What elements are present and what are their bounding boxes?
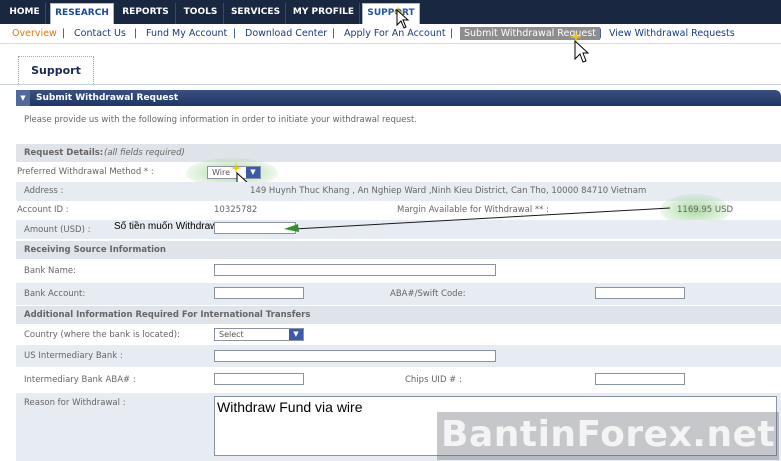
address-value: 149 Huynh Thuc Khang , An Nghiep Ward ,N… xyxy=(250,186,647,196)
aba-swift-input[interactable] xyxy=(595,287,685,299)
margin-value: 1169.95 USD xyxy=(677,205,734,215)
amount-annotation: Số tiền muốn Withdraw xyxy=(114,221,218,232)
arrow-annotation xyxy=(282,205,674,233)
aba-swift-label: ABA#/Swift Code: xyxy=(390,289,466,299)
withdrawal-method-value: Wire xyxy=(212,168,230,177)
chips-uid-label: Chips UID # : xyxy=(405,375,462,385)
chevron-down-icon: ▼ xyxy=(289,329,303,340)
subnav-apply-for-account[interactable]: Apply For An Account xyxy=(344,28,446,39)
receiving-title: Receiving Source Information xyxy=(24,245,166,255)
tab-research[interactable]: RESEARCH xyxy=(50,3,114,24)
subnav-fund-my-account[interactable]: Fund My Account xyxy=(146,28,227,39)
account-id-label: Account ID : xyxy=(17,205,69,215)
tab-services[interactable]: SERVICES xyxy=(226,3,286,24)
section-title: Submit Withdrawal Request xyxy=(36,93,179,103)
receiving-header: Receiving Source Information xyxy=(16,241,781,259)
address-label: Address : xyxy=(24,186,64,196)
bank-name-input[interactable] xyxy=(214,264,496,276)
us-intermediary-label: US Intermediary Bank : xyxy=(24,351,123,361)
reason-label: Reason for Withdrawal : xyxy=(24,398,126,408)
request-details-title: Request Details: xyxy=(24,148,104,158)
country-row: Country (where the bank is located): xyxy=(16,324,781,345)
tab-tools[interactable]: TOOLS xyxy=(178,3,224,24)
bank-name-label: Bank Name: xyxy=(24,266,76,276)
collapse-triangle-icon[interactable]: ▼ xyxy=(16,90,30,106)
subnav-separator: | xyxy=(332,28,336,39)
support-heading: Support xyxy=(18,56,94,84)
subnav-separator: | xyxy=(134,28,138,39)
intro-text: Please provide us with the following inf… xyxy=(24,115,418,125)
country-select[interactable]: Select ▼ xyxy=(214,328,304,341)
watermark: BantinForex.net xyxy=(437,412,779,460)
tab-home[interactable]: HOME xyxy=(4,3,46,24)
address-row: Address : 149 Huynh Thuc Khang , An Nghi… xyxy=(16,182,781,201)
intermediary-aba-input[interactable] xyxy=(214,373,304,385)
method-label: Preferred Withdrawal Method * : xyxy=(17,167,154,177)
subnav-separator: | xyxy=(450,28,454,39)
watermark-text: BantinForex.net xyxy=(441,414,776,455)
subnav-separator: | xyxy=(233,28,237,39)
bank-account-input[interactable] xyxy=(214,287,304,299)
subnav-view-withdrawals[interactable]: View Withdrawal Requests xyxy=(609,28,735,39)
tab-support[interactable]: SUPPORT xyxy=(362,3,420,24)
tab-reports[interactable]: REPORTS xyxy=(116,3,176,24)
divider xyxy=(0,84,781,85)
country-select-value: Select xyxy=(219,330,244,339)
cursor-icon xyxy=(574,39,590,64)
subnav-separator: | xyxy=(62,28,66,39)
sub-nav: Overview | Contact Us | Fund My Account … xyxy=(0,24,781,44)
account-id-value: 10325782 xyxy=(214,205,258,215)
subnav-contact-us[interactable]: Contact Us xyxy=(74,28,126,39)
us-intermediary-input[interactable] xyxy=(214,350,496,362)
request-details-header: Request Details: (all fields required) xyxy=(16,144,781,162)
subnav-download-center[interactable]: Download Center xyxy=(245,28,327,39)
cursor-icon xyxy=(396,8,410,29)
subnav-overview[interactable]: Overview xyxy=(12,28,57,39)
method-row: Preferred Withdrawal Method * : xyxy=(16,162,781,182)
top-nav: HOME RESEARCH REPORTS TOOLS SERVICES MY … xyxy=(0,0,781,24)
chips-uid-input[interactable] xyxy=(595,373,685,385)
request-details-note: (all fields required) xyxy=(104,148,185,158)
subnav-separator: | xyxy=(599,28,603,39)
amount-label: Amount (USD) : xyxy=(24,225,91,235)
international-header: Additional Information Required For Inte… xyxy=(16,306,781,324)
section-header[interactable]: ▼ Submit Withdrawal Request xyxy=(16,90,781,106)
international-title: Additional Information Required For Inte… xyxy=(24,310,311,320)
reason-text: Withdraw Fund via wire xyxy=(217,399,363,415)
country-label: Country (where the bank is located): xyxy=(24,330,180,340)
tab-my-profile[interactable]: MY PROFILE xyxy=(288,3,360,24)
bank-account-label: Bank Account: xyxy=(24,289,86,299)
intermediary-aba-label: Intermediary Bank ABA# : xyxy=(24,375,136,385)
